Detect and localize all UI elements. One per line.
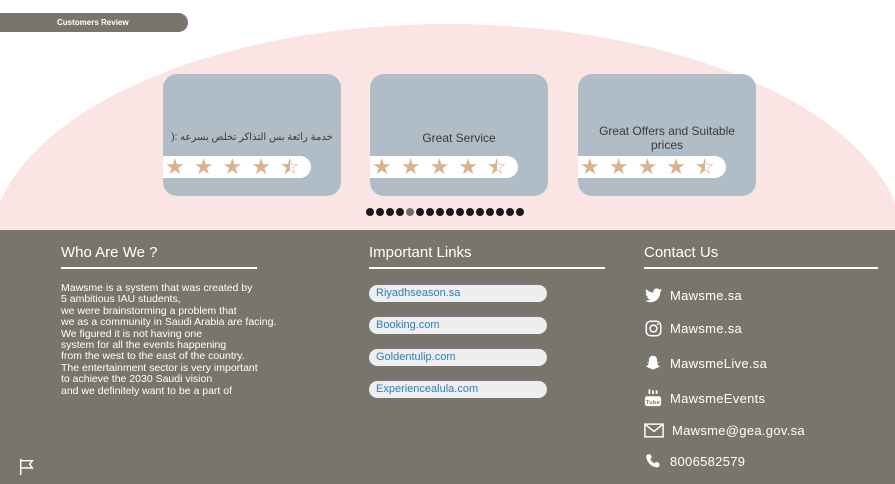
contact-divider: [644, 267, 878, 269]
carousel-dot[interactable]: [506, 208, 514, 216]
review-text: خدمة رائعة بس التذاكر تخلص بسرعه :(: [171, 132, 333, 143]
footer: Who Are We ? Mawsme is a system that was…: [0, 230, 895, 484]
carousel-dot[interactable]: [486, 208, 494, 216]
carousel-dot[interactable]: [446, 208, 454, 216]
links-title: Important Links: [369, 244, 472, 261]
review-text: Great Service: [422, 131, 496, 145]
carousel-dot[interactable]: [466, 208, 474, 216]
star-rating: ★ ★ ★ ★ ☆★: [580, 154, 715, 180]
carousel-dot[interactable]: [376, 208, 384, 216]
contact-label: Mawsme.sa: [670, 320, 743, 336]
carousel-dot[interactable]: [496, 208, 504, 216]
link-experiencealula[interactable]: Experiencealula.com: [369, 381, 547, 398]
snapchat-icon: [644, 354, 662, 372]
about-text: Mawsme is a system that was created by 5…: [61, 282, 277, 397]
star-full-icon: ★: [458, 154, 478, 179]
link-riyadhseason[interactable]: Riyadhseason.sa: [369, 285, 547, 302]
carousel-dot[interactable]: [366, 208, 374, 216]
contact-youtube[interactable]: Tube MawsmeEvents: [644, 389, 765, 407]
star-rating: ★ ★ ★ ★ ☆★: [165, 154, 300, 180]
review-card-1[interactable]: خدمة رائعة بس التذاكر تخلص بسرعه :( ★ ★ ★ ★…: [163, 74, 341, 196]
star-full-icon: ★: [429, 154, 450, 179]
about-divider: [61, 267, 257, 269]
star-full-icon: ★: [372, 154, 392, 179]
contact-twitter[interactable]: Mawsme.sa: [644, 286, 742, 304]
links-divider: [369, 267, 605, 269]
youtube-icon: Tube: [644, 389, 662, 407]
star-full-icon: ★: [400, 154, 421, 179]
contact-snapchat[interactable]: MawsmeLive.sa: [644, 354, 767, 372]
contact-instagram[interactable]: Mawsme.sa: [644, 319, 742, 337]
review-card-2[interactable]: Great Service ★ ★ ★ ★ ☆★: [370, 74, 548, 196]
link-booking[interactable]: Booking.com: [369, 317, 547, 334]
carousel-dot[interactable]: [406, 208, 414, 216]
star-full-icon: ★: [222, 154, 243, 179]
contact-email[interactable]: Mawsme@gea.gov.sa: [644, 421, 805, 439]
carousel-dot[interactable]: [456, 208, 464, 216]
contact-title: Contact Us: [644, 244, 719, 261]
customers-review-tab: Customers Review: [0, 13, 188, 32]
star-full-icon: ★: [251, 154, 271, 179]
carousel-dot[interactable]: [426, 208, 434, 216]
star-full-icon: ★: [637, 154, 658, 179]
link-goldentulip[interactable]: Goldentulip.com: [369, 349, 547, 366]
star-half-icon: ☆★: [279, 154, 300, 179]
star-half-icon: ☆★: [486, 154, 507, 179]
contact-label: 8006582579: [670, 453, 746, 469]
twitter-icon: [644, 286, 662, 304]
svg-text:Tube: Tube: [646, 400, 661, 406]
star-full-icon: ★: [666, 154, 686, 179]
star-rating: ★ ★ ★ ★ ☆★: [372, 154, 507, 180]
carousel-dot[interactable]: [516, 208, 524, 216]
flag-icon[interactable]: [18, 458, 36, 476]
carousel-dot[interactable]: [386, 208, 394, 216]
contact-label: MawsmeLive.sa: [670, 355, 768, 371]
contact-label: MawsmeEvents: [670, 390, 766, 406]
star-full-icon: ★: [193, 154, 214, 179]
contact-label: Mawsme.sa: [670, 287, 743, 303]
about-title: Who Are We ?: [61, 244, 158, 261]
review-card-3[interactable]: Great Offers and Suitable prices ★ ★ ★ ★ ☆★: [578, 74, 756, 196]
customers-review-section: Customers Review خدمة رائعة بس التذاكر ت…: [0, 0, 895, 230]
carousel-dot[interactable]: [396, 208, 404, 216]
instagram-icon: [644, 319, 662, 337]
star-full-icon: ★: [165, 154, 185, 179]
star-full-icon: ★: [608, 154, 629, 179]
carousel-dot[interactable]: [436, 208, 444, 216]
star-full-icon: ★: [580, 154, 600, 179]
contact-phone[interactable]: 8006582579: [644, 452, 745, 470]
phone-icon: [644, 452, 662, 470]
review-text: Great Offers and Suitable prices: [599, 124, 735, 152]
carousel-dots: [366, 208, 524, 216]
carousel-dot[interactable]: [416, 208, 424, 216]
mail-icon: [644, 421, 664, 439]
carousel-dot[interactable]: [476, 208, 484, 216]
contact-label: Mawsme@gea.gov.sa: [672, 422, 805, 438]
star-half-icon: ☆★: [694, 154, 715, 179]
